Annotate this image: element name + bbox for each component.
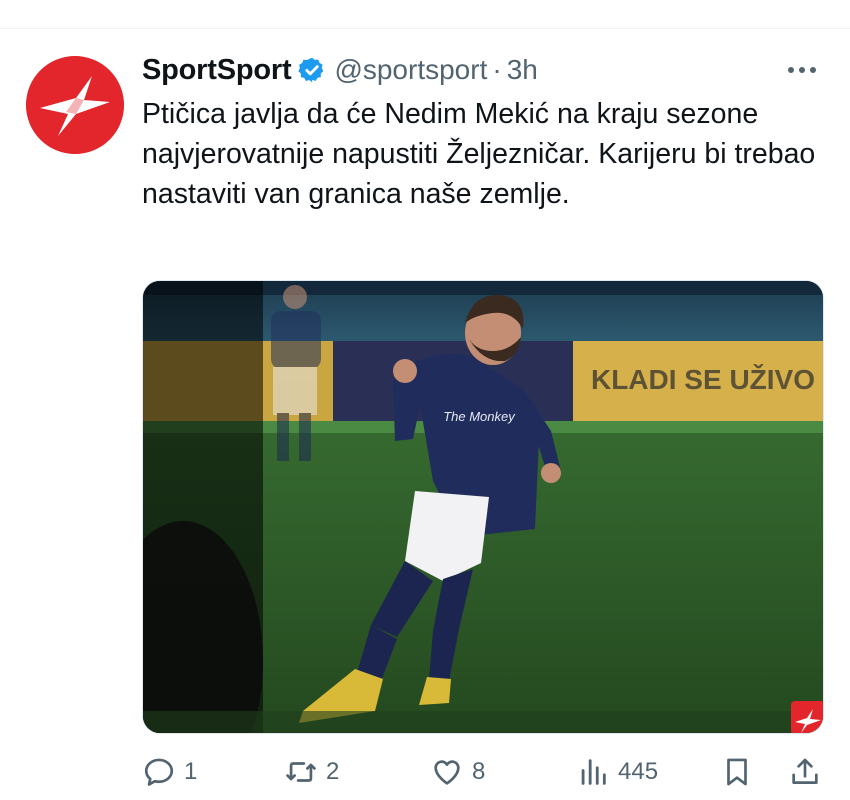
user-handle[interactable]: @sportsport <box>334 54 487 86</box>
repost-icon <box>284 755 318 789</box>
repost-button[interactable]: 2 <box>284 750 339 794</box>
heart-icon <box>430 755 464 789</box>
tweet-header: SportSport @sportsport · 3h <box>142 50 538 90</box>
verified-badge-icon <box>298 56 326 84</box>
tweet-text: Ptičica javlja da će Nedim Mekić na kraj… <box>142 98 816 210</box>
reply-icon <box>142 755 176 789</box>
bookmark-icon <box>720 755 754 789</box>
repost-count: 2 <box>326 758 340 785</box>
views-button[interactable]: 445 <box>576 750 658 794</box>
like-count: 8 <box>472 758 486 785</box>
tweet-actions: 1 2 8 445 <box>142 750 832 794</box>
sportsport-logo-icon <box>26 56 124 154</box>
tweet[interactable]: SportSport @sportsport · 3h Ptičica javl… <box>0 0 850 800</box>
separator-dot: · <box>492 54 502 85</box>
reply-button[interactable]: 1 <box>142 750 197 794</box>
board-text: KLADI SE UŽIVO <box>591 364 815 395</box>
football-player-photo: KLADI SE UŽIVO The Monkey <box>143 281 823 733</box>
timestamp[interactable]: 3h <box>507 54 538 86</box>
reply-count: 1 <box>184 758 198 785</box>
share-icon <box>788 755 822 789</box>
bookmark-button[interactable] <box>720 750 754 794</box>
like-button[interactable]: 8 <box>430 750 485 794</box>
display-name[interactable]: SportSport <box>142 54 292 87</box>
share-button[interactable] <box>788 750 822 794</box>
avatar[interactable] <box>26 56 124 154</box>
tweet-photo[interactable]: KLADI SE UŽIVO The Monkey <box>142 280 824 734</box>
views-icon <box>576 755 610 789</box>
shirt-sponsor-text: The Monkey <box>443 409 516 424</box>
more-icon[interactable] <box>784 56 820 84</box>
views-count: 445 <box>618 758 659 785</box>
